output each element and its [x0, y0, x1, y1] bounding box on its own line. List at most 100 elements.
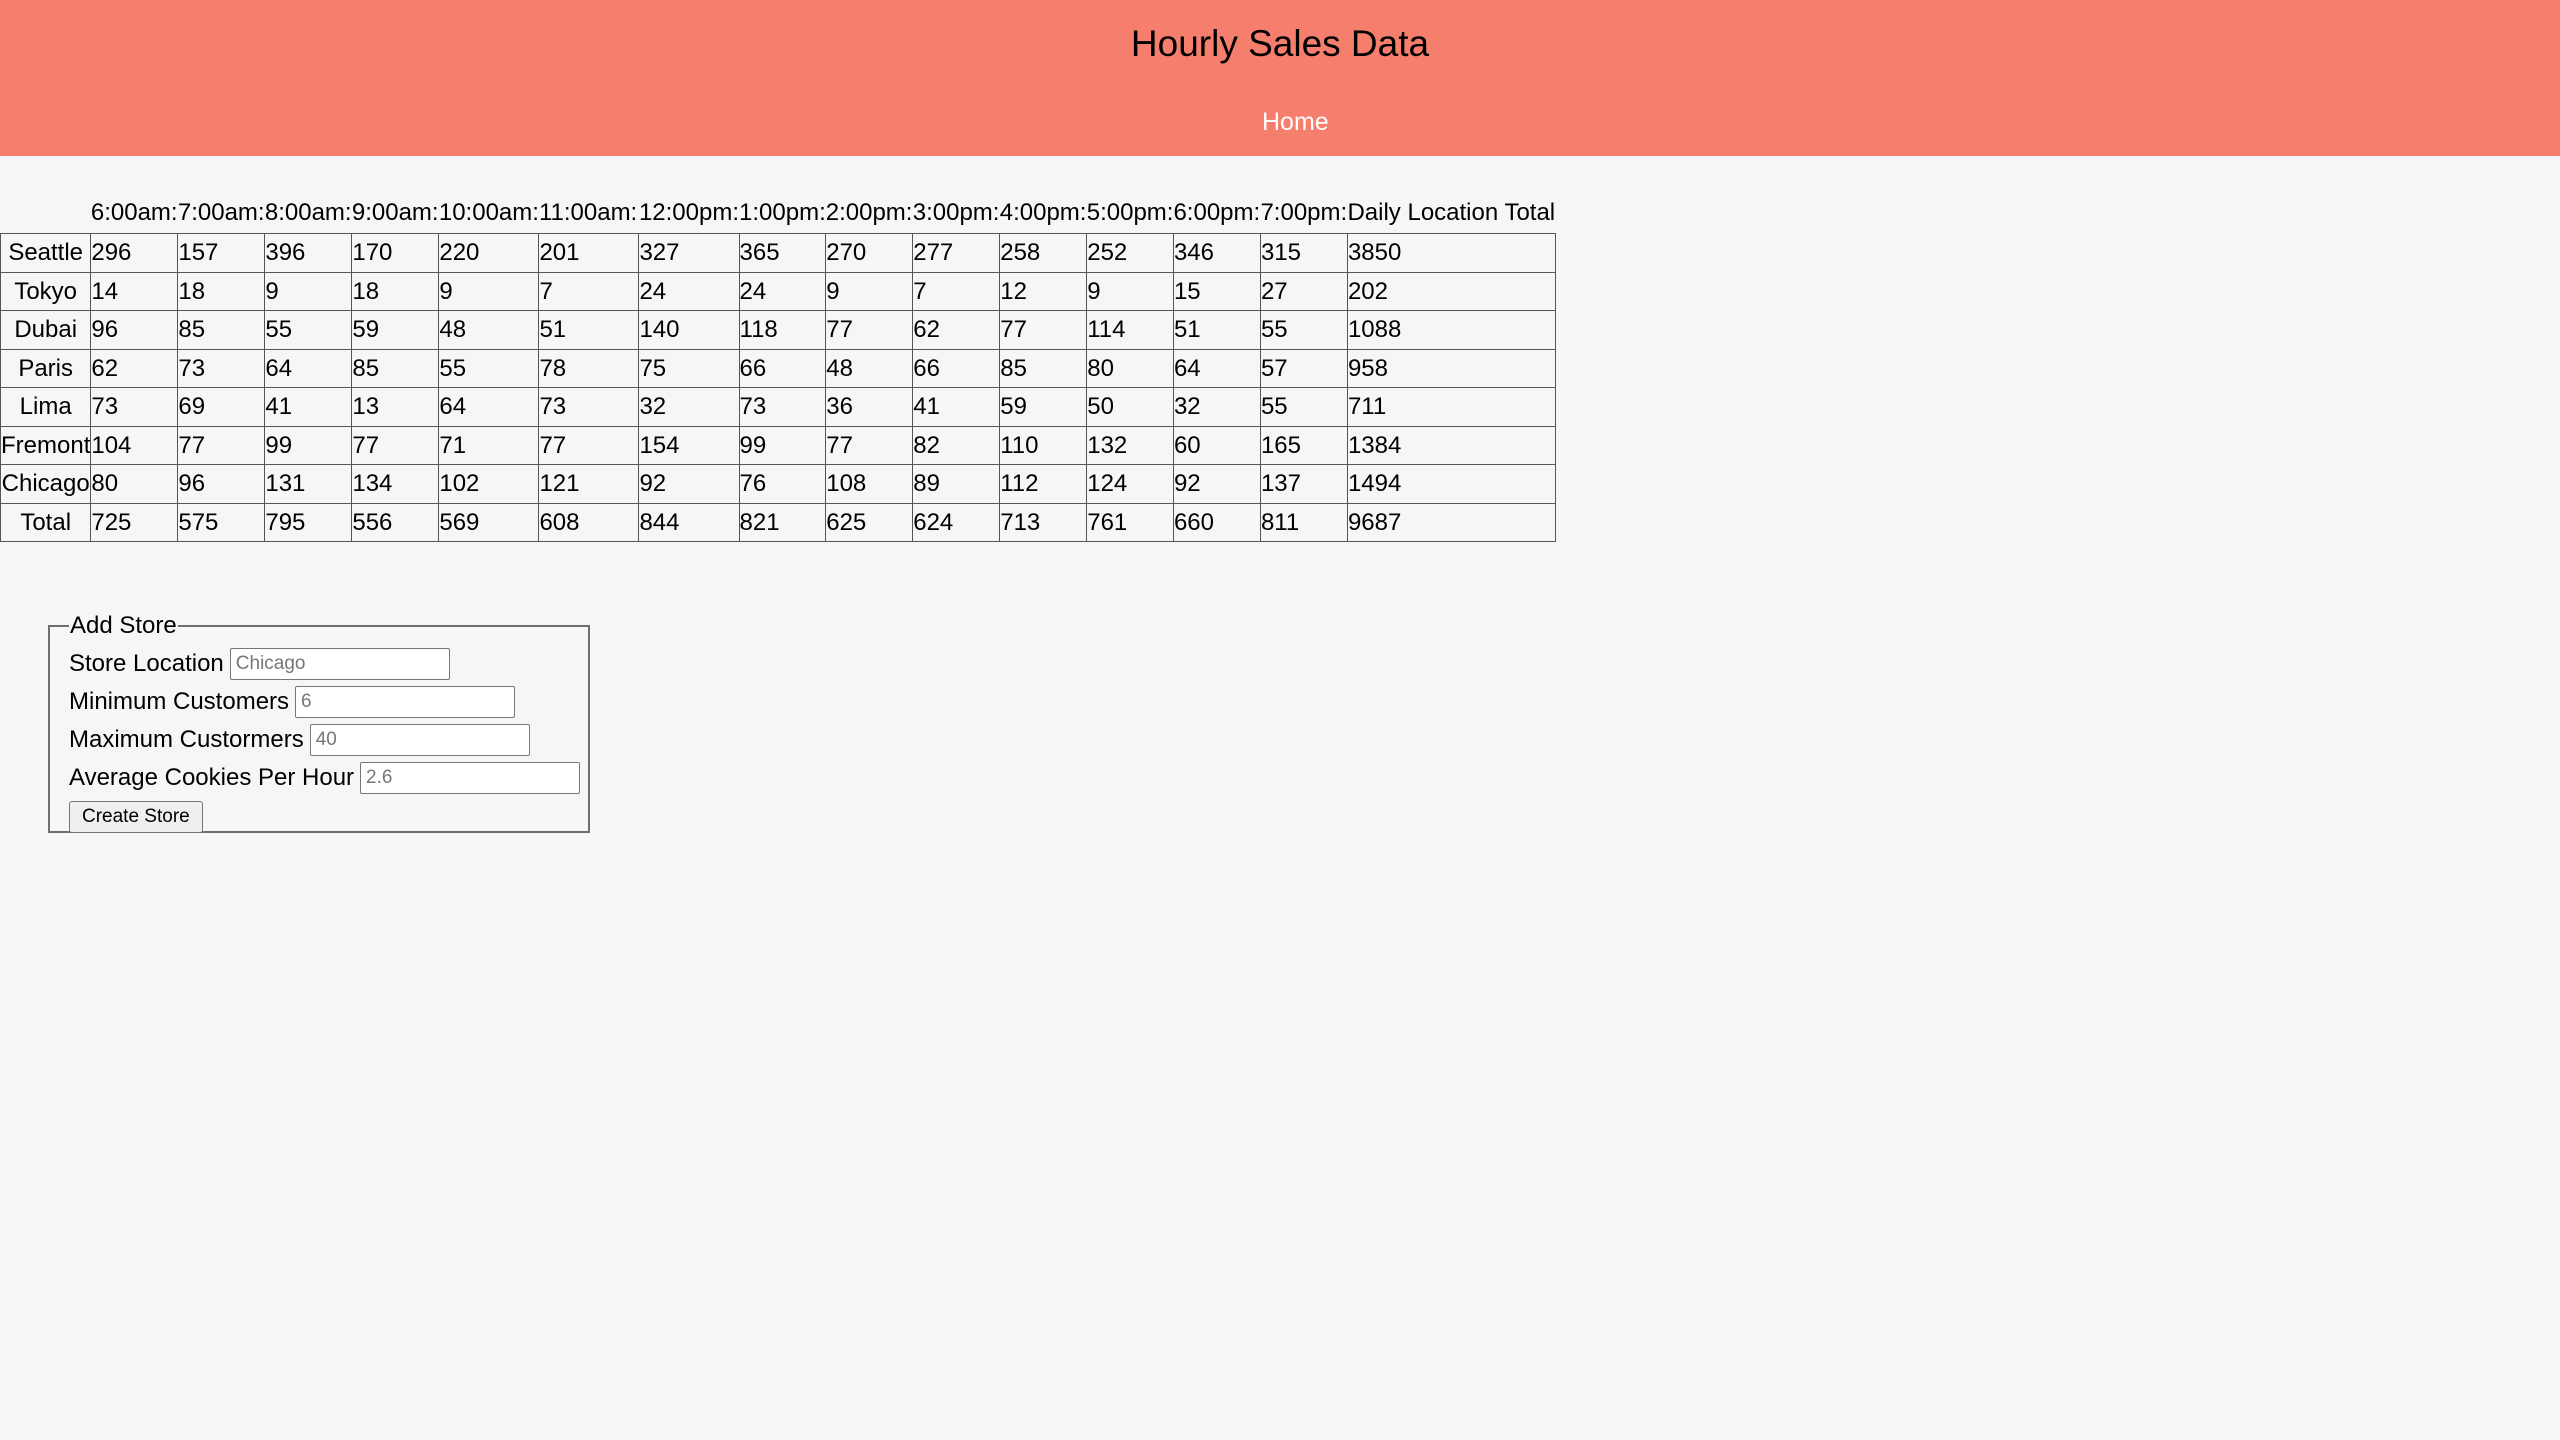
table-cell: 96 — [90, 310, 179, 350]
table-cell: 154 — [638, 425, 740, 465]
table-cell: 575 — [177, 502, 266, 542]
row-location-label: Total — [0, 502, 92, 542]
table-cell: 77 — [538, 425, 640, 465]
table-cell: 9 — [1086, 271, 1174, 311]
table-cell: 77 — [351, 425, 440, 465]
table-cell: 170 — [351, 233, 440, 273]
table-cell: 55 — [438, 348, 540, 388]
max-customers-input[interactable] — [309, 724, 530, 756]
table-cell: 795 — [264, 502, 353, 542]
table-cell: 569 — [438, 502, 540, 542]
table-cell: 24 — [738, 271, 827, 311]
table-cell: 811 — [1259, 502, 1348, 542]
min-customers-input[interactable] — [295, 686, 516, 718]
table-row: Paris 62 73 64 85 55 78 75 66 48 66 85 80 64 57 958 — [0, 348, 1556, 388]
avg-cookies-label: Average Cookies Per Hour — [69, 764, 355, 791]
table-cell: 258 — [999, 233, 1088, 273]
row-location-label: Tokyo — [0, 271, 92, 311]
table-cell: 725 — [90, 502, 179, 542]
store-location-row: Store Location — [69, 645, 588, 683]
table-cell: 118 — [738, 310, 827, 350]
nav-home-link[interactable]: Home — [1262, 106, 1329, 138]
row-location-label: Fremont — [0, 425, 92, 465]
column-header: 3:00pm: — [912, 199, 1000, 226]
table-cell: 140 — [638, 310, 740, 350]
table-cell: 77 — [825, 425, 914, 465]
table-cell: 713 — [999, 502, 1088, 542]
table-row: Fremont 104 77 99 77 71 77 154 99 77 82 110 132 60 165… — [0, 425, 1556, 465]
table-cell: 270 — [825, 233, 914, 273]
table-cell: 73 — [538, 387, 640, 427]
table-cell: 110 — [999, 425, 1088, 465]
table-cell: 315 — [1259, 233, 1348, 273]
column-header: 7:00am: — [177, 199, 265, 226]
table-cell: 608 — [538, 502, 640, 542]
table-cell: 78 — [538, 348, 640, 388]
table-cell: 7 — [538, 271, 640, 311]
table-cell: 18 — [351, 271, 440, 311]
daily-total-cell: 1384 — [1346, 425, 1556, 465]
table-cell: 365 — [738, 233, 827, 273]
table-cell: 41 — [264, 387, 353, 427]
store-location-input[interactable] — [229, 648, 450, 680]
table-cell: 624 — [912, 502, 1001, 542]
table-cell: 64 — [438, 387, 540, 427]
table-row: Chicago 80 96 131 134 102 121 92 76 108 89 112 124 92… — [0, 464, 1556, 504]
table-cell: 73 — [177, 348, 266, 388]
table-cell: 32 — [638, 387, 740, 427]
table-cell: 220 — [438, 233, 540, 273]
table-cell: 9 — [438, 271, 540, 311]
table-cell: 14 — [90, 271, 179, 311]
column-header: Daily Location Total — [1347, 199, 1556, 226]
table-cell: 80 — [90, 464, 179, 504]
table-cell: 69 — [177, 387, 266, 427]
table-cell: 201 — [538, 233, 640, 273]
table-cell: 104 — [90, 425, 179, 465]
column-header: 10:00am: — [438, 199, 539, 226]
column-header: 8:00am: — [264, 199, 352, 226]
table-cell: 92 — [1172, 464, 1261, 504]
daily-total-cell: 202 — [1346, 271, 1556, 311]
table-cell: 57 — [1259, 348, 1348, 388]
table-cell: 327 — [638, 233, 740, 273]
column-header: 6:00pm: — [1173, 199, 1261, 226]
table-cell: 625 — [825, 502, 914, 542]
table-cell: 99 — [738, 425, 827, 465]
min-customers-row: Minimum Customers — [69, 683, 588, 721]
table-cell: 80 — [1086, 348, 1174, 388]
table-cell: 73 — [738, 387, 827, 427]
daily-total-cell: 1494 — [1346, 464, 1556, 504]
max-customers-row: Maximum Custormers — [69, 721, 588, 759]
daily-total-cell: 958 — [1346, 348, 1556, 388]
table-row: Dubai 96 85 55 59 48 51 140 118 77 62 77 114 51 55 1088 — [0, 310, 1556, 350]
table-cell: 76 — [738, 464, 827, 504]
row-location-label: Chicago — [0, 464, 92, 504]
add-store-legend: Add Store — [70, 612, 177, 639]
table-cell: 9 — [825, 271, 914, 311]
table-cell: 55 — [1259, 387, 1348, 427]
daily-total-cell: 9687 — [1346, 502, 1556, 542]
table-cell: 165 — [1259, 425, 1348, 465]
table-cell: 157 — [177, 233, 266, 273]
table-cell: 114 — [1086, 310, 1174, 350]
table-cell: 55 — [1259, 310, 1348, 350]
row-location-label: Lima — [0, 387, 92, 427]
table-cell: 277 — [912, 233, 1001, 273]
table-cell: 761 — [1086, 502, 1174, 542]
avg-cookies-input[interactable] — [360, 762, 581, 794]
table-cell: 15 — [1172, 271, 1261, 311]
row-location-label: Seattle — [0, 233, 92, 273]
table-cell: 396 — [264, 233, 353, 273]
column-header: 1:00pm: — [739, 199, 826, 226]
column-header: 11:00am: — [538, 199, 638, 226]
table-cell: 252 — [1086, 233, 1174, 273]
create-store-button[interactable]: Create Store — [69, 801, 203, 833]
column-header: 6:00am: — [90, 199, 178, 226]
table-cell: 55 — [264, 310, 353, 350]
table-cell: 85 — [999, 348, 1088, 388]
table-cell: 346 — [1172, 233, 1261, 273]
table-cell: 66 — [912, 348, 1001, 388]
table-cell: 99 — [264, 425, 353, 465]
table-cell: 77 — [825, 310, 914, 350]
table-cell: 41 — [912, 387, 1001, 427]
